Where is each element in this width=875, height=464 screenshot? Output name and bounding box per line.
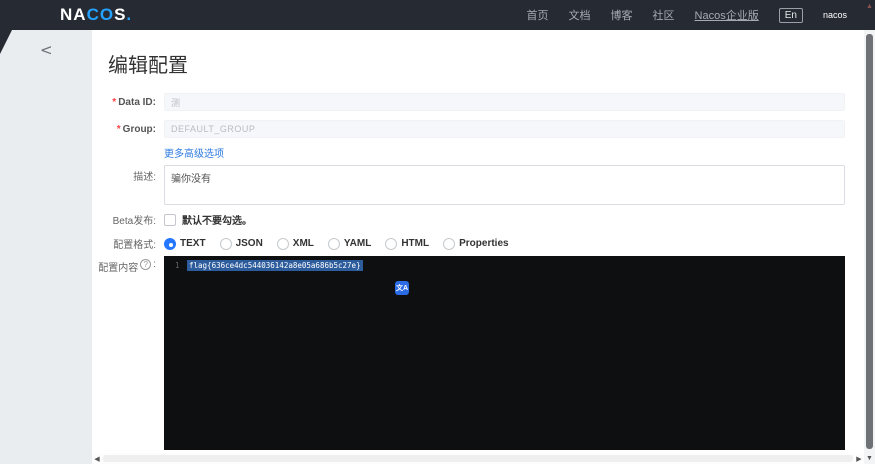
scroll-right-icon[interactable]: ▶ xyxy=(854,455,864,463)
main-content: 编辑配置 * Data ID: 测 * Group: DEFAULT_GROUP xyxy=(92,30,864,464)
required-asterisk: * xyxy=(112,96,117,108)
format-option-text[interactable]: TEXT xyxy=(164,237,206,250)
beta-label: Beta发布: xyxy=(112,216,156,227)
scroll-down-icon[interactable]: ▼ xyxy=(864,455,875,462)
radio-icon xyxy=(385,237,398,250)
format-row: 配置格式: TEXT JSON XML YAML HTML Properties xyxy=(92,237,864,251)
data-id-value: 测 xyxy=(171,97,181,108)
scroll-left-icon[interactable]: ◀ xyxy=(92,455,102,463)
horizontal-scrollbar[interactable]: ◀ ▶ xyxy=(92,453,864,464)
beta-checkbox[interactable] xyxy=(164,213,176,226)
description-text: 骗你没有 xyxy=(171,174,211,185)
radio-icon xyxy=(443,237,456,250)
nav-docs[interactable]: 文档 xyxy=(569,7,591,23)
config-content-editor[interactable]: 1 flag{636ce4dc544036142a8e05a686b5c27e}… xyxy=(164,256,845,450)
vertical-scrollbar-thumb[interactable] xyxy=(866,34,873,449)
radio-icon xyxy=(276,237,289,250)
nacos-logo[interactable]: NACOS. xyxy=(60,5,132,25)
line-number: 1 xyxy=(175,261,180,270)
description-textarea[interactable]: 骗你没有 xyxy=(164,165,845,205)
group-label: * Group: xyxy=(116,123,156,135)
nacos-console: NACOS. 首页 文档 博客 社区 Nacos企业版 En nacos < 编… xyxy=(0,0,875,464)
description-row: 描述: 骗你没有 xyxy=(92,165,864,205)
beta-hint: 默认不要勾选。 xyxy=(182,216,252,227)
sidebar-collapse-icon[interactable]: < xyxy=(40,43,53,58)
format-option-yaml[interactable]: YAML xyxy=(327,237,371,250)
data-id-label: * Data ID: xyxy=(112,96,156,108)
logo-text: NA xyxy=(60,5,87,24)
content-row: 配置内容?: 1 flag{636ce4dc544036142a8e05a686… xyxy=(92,256,864,450)
header-nav: 首页 文档 博客 社区 Nacos企业版 En nacos xyxy=(527,7,847,23)
description-label: 描述: xyxy=(133,172,156,183)
collapsed-sidebar: < xyxy=(0,30,92,464)
group-input[interactable]: DEFAULT_GROUP xyxy=(164,120,845,138)
page-title: 编辑配置 xyxy=(108,55,188,77)
nav-home[interactable]: 首页 xyxy=(527,7,549,23)
language-toggle-button[interactable]: En xyxy=(778,7,803,23)
nav-enterprise[interactable]: Nacos企业版 xyxy=(695,7,759,23)
beta-row: Beta发布: 默认不要勾选。 xyxy=(92,213,864,227)
radio-icon xyxy=(327,237,340,250)
advanced-options-link[interactable]: 更多高级选项 xyxy=(164,145,224,160)
scroll-up-icon[interactable]: ▲ xyxy=(864,3,875,10)
content-label: 配置内容?: xyxy=(98,259,156,274)
format-option-json[interactable]: JSON xyxy=(219,237,263,250)
help-icon[interactable]: ? xyxy=(140,259,152,270)
format-option-xml[interactable]: XML xyxy=(276,237,314,250)
required-asterisk: * xyxy=(116,123,121,135)
nav-community[interactable]: 社区 xyxy=(653,7,675,23)
horizontal-scrollbar-thumb[interactable] xyxy=(103,455,853,462)
advanced-options-row: 更多高级选项 xyxy=(92,145,864,160)
username[interactable]: nacos xyxy=(823,10,847,20)
edit-config-form: * Data ID: 测 * Group: DEFAULT_GROUP 更多高级 xyxy=(92,93,864,450)
radio-selected-icon xyxy=(164,237,176,250)
nav-blog[interactable]: 博客 xyxy=(611,7,633,23)
group-value: DEFAULT_GROUP xyxy=(171,124,256,134)
config-content-text: flag{636ce4dc544036142a8e05a686b5c27e} xyxy=(187,260,363,271)
radio-icon xyxy=(219,237,232,250)
translate-icon[interactable]: 文A xyxy=(395,281,409,295)
format-option-properties[interactable]: Properties xyxy=(443,237,509,250)
format-option-html[interactable]: HTML xyxy=(385,237,429,250)
vertical-scrollbar[interactable]: ▲ ▼ xyxy=(864,0,875,464)
group-row: * Group: DEFAULT_GROUP xyxy=(92,120,864,138)
data-id-input[interactable]: 测 xyxy=(164,93,845,111)
top-header: NACOS. 首页 文档 博客 社区 Nacos企业版 En nacos xyxy=(0,0,875,30)
format-label: 配置格式: xyxy=(113,240,156,251)
data-id-row: * Data ID: 测 xyxy=(92,93,864,111)
